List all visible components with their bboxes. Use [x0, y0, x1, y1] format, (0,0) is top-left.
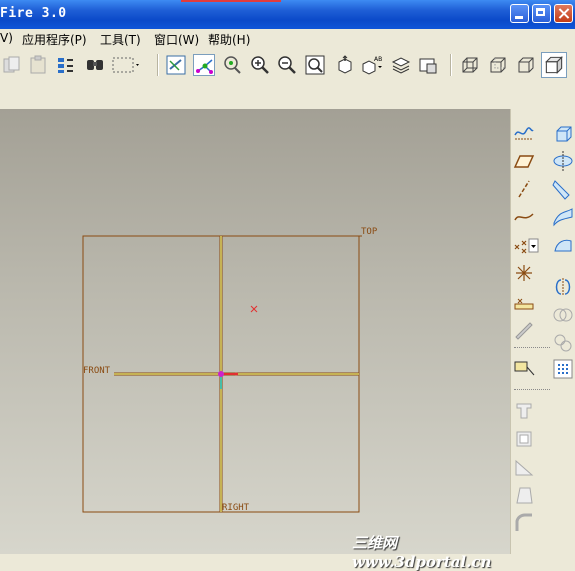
extrude-icon[interactable] [551, 121, 575, 145]
datum-label-top[interactable]: TOP [361, 227, 377, 237]
watermark: 三维网 www.3dportal.cn [352, 534, 492, 571]
note-icon[interactable] [512, 357, 540, 381]
view-manager-icon[interactable] [333, 54, 355, 76]
datum-graph-icon[interactable] [512, 121, 536, 145]
paste-special-icon[interactable] [55, 54, 77, 76]
menu-tools[interactable]: 工具(T) [100, 31, 141, 48]
views-dropdown-label: AB [374, 56, 382, 63]
right-tool-palette [510, 109, 575, 554]
named-views-icon[interactable]: AB [360, 54, 386, 76]
hidden-line-icon[interactable] [487, 54, 509, 76]
datum-label-front[interactable]: FRONT [83, 366, 110, 376]
analysis-icon[interactable] [512, 289, 536, 313]
datum-csys-icon[interactable] [512, 261, 536, 285]
toolbar: AB [0, 49, 575, 110]
select-box-icon[interactable] [111, 54, 141, 76]
menu-window[interactable]: 窗口(W) [154, 31, 199, 48]
maximize-button[interactable] [532, 4, 551, 23]
find-icon[interactable] [84, 54, 106, 76]
repaint-icon[interactable] [165, 54, 187, 76]
model-view [82, 235, 362, 513]
datum-axis-icon[interactable] [512, 177, 536, 201]
orient-mode-icon[interactable] [221, 54, 243, 76]
zoom-out-icon[interactable] [276, 54, 298, 76]
window-title: Fire 3.0 [0, 6, 67, 21]
datum-plane-icon[interactable] [512, 149, 536, 173]
csys-origin [218, 371, 224, 377]
merge-icon[interactable] [551, 303, 575, 327]
minimize-button[interactable] [510, 4, 529, 23]
trim-icon[interactable] [551, 331, 575, 355]
menu-help[interactable]: 帮助(H) [208, 31, 250, 48]
view-manager2-icon[interactable] [417, 54, 439, 76]
title-highlight [181, 0, 281, 2]
copy-icon[interactable] [1, 54, 23, 76]
point-marker [250, 305, 258, 313]
blend-icon[interactable] [551, 205, 575, 229]
layers-icon[interactable] [390, 54, 412, 76]
shading-icon[interactable] [541, 52, 567, 78]
title-bar: Fire 3.0 [0, 0, 575, 29]
datum-curve-icon[interactable] [512, 205, 536, 229]
revolve-icon[interactable] [551, 149, 575, 173]
sweep-icon[interactable] [551, 177, 575, 201]
datum-point-icon[interactable] [512, 233, 540, 257]
datum-label-right[interactable]: RIGHT [222, 503, 249, 513]
sketch-icon[interactable] [512, 317, 536, 341]
hole-icon[interactable] [512, 399, 536, 423]
wireframe-icon[interactable] [459, 54, 481, 76]
refit-icon[interactable] [304, 54, 326, 76]
spin-center-icon[interactable] [193, 54, 215, 76]
rib-icon[interactable] [512, 455, 536, 479]
round-icon[interactable] [512, 511, 536, 535]
paste-icon[interactable] [27, 54, 49, 76]
pattern-icon[interactable] [551, 357, 575, 381]
mirror-icon[interactable] [551, 275, 575, 299]
shell-icon[interactable] [512, 427, 536, 451]
graphics-area[interactable]: TOP FRONT RIGHT 三维网 www.3dportal.cn [0, 109, 510, 571]
close-button[interactable] [554, 4, 573, 23]
boundary-icon[interactable] [551, 233, 575, 257]
draft-icon[interactable] [512, 483, 536, 507]
menu-applications[interactable]: 应用程序(P) [22, 31, 87, 48]
menu-bar: V) 应用程序(P) 工具(T) 窗口(W) 帮助(H) [0, 29, 575, 49]
zoom-in-icon[interactable] [249, 54, 271, 76]
no-hidden-icon[interactable] [515, 54, 537, 76]
menu-view[interactable]: V) [0, 31, 13, 45]
